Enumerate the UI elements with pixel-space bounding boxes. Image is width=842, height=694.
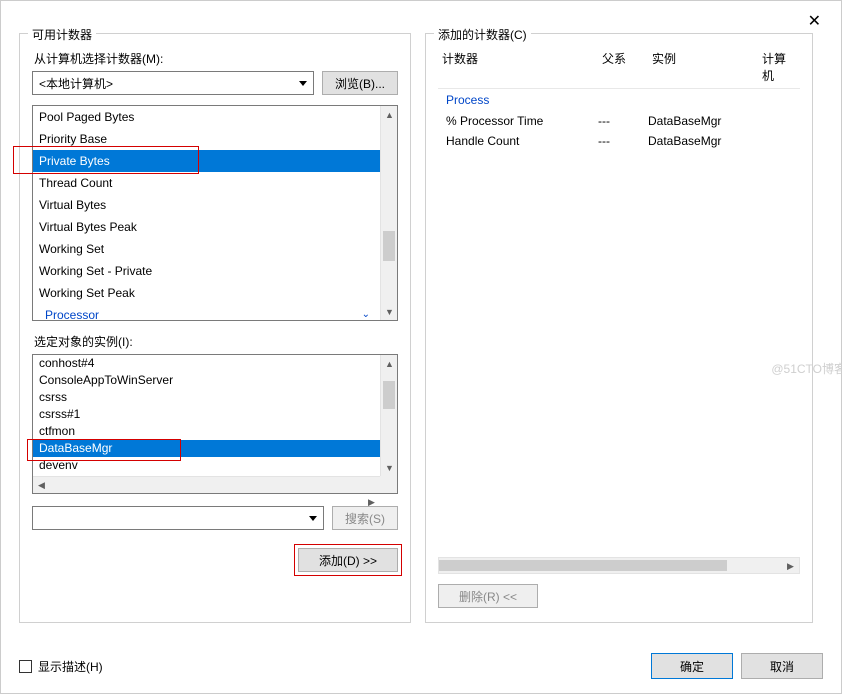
cell-counter: % Processor Time — [438, 114, 598, 128]
search-combo[interactable] — [32, 506, 324, 530]
cell-computer — [758, 114, 800, 128]
instance-row[interactable]: csrss — [33, 389, 380, 406]
instance-row[interactable]: conhost#4 — [33, 355, 380, 372]
scroll-up-icon[interactable]: ▲ — [381, 106, 398, 123]
instances-scrollbar-v[interactable]: ▲ ▼ — [380, 355, 397, 476]
instances-label: 选定对象的实例(I): — [34, 333, 398, 350]
added-table-header: 计数器 父系 实例 计算机 — [438, 46, 800, 89]
category-label: Processor — [45, 304, 99, 320]
watermark-text: @51CTO博客 — [771, 360, 842, 377]
instances-scrollbar-h[interactable]: ◀ ▶ — [33, 476, 380, 493]
counter-row[interactable]: Thread Count — [33, 172, 380, 194]
cell-counter: Handle Count — [438, 134, 598, 148]
counters-scrollbar-v[interactable]: ▲ ▼ — [380, 106, 397, 320]
scroll-down-icon[interactable]: ▼ — [381, 303, 398, 320]
cell-parent: --- — [598, 134, 648, 148]
dialog-window: ✕ 可用计数器 从计算机选择计数器(M): <本地计算机> 浏览(B)... P… — [0, 0, 842, 694]
counter-row[interactable]: Working Set Peak — [33, 282, 380, 304]
scroll-right-icon[interactable]: ▶ — [363, 494, 380, 511]
available-counters-title: 可用计数器 — [28, 26, 96, 43]
computer-combo-value: <本地计算机> — [39, 75, 113, 92]
added-category-row[interactable]: Process — [438, 89, 800, 111]
scroll-corner — [380, 476, 397, 493]
counter-category-row[interactable]: Processor ⌄ — [33, 304, 380, 320]
instance-row[interactable]: devenv — [33, 457, 380, 474]
scroll-down-icon[interactable]: ▼ — [381, 459, 398, 476]
close-button[interactable]: ✕ — [800, 7, 829, 35]
added-scrollbar-h[interactable]: ◀ ▶ — [438, 557, 800, 574]
scroll-right-icon[interactable]: ▶ — [782, 558, 799, 575]
instance-row[interactable]: ctfmon — [33, 423, 380, 440]
computer-combo[interactable]: <本地计算机> — [32, 71, 314, 95]
ok-button[interactable]: 确定 — [651, 653, 733, 679]
counter-row[interactable]: Working Set - Private — [33, 260, 380, 282]
cancel-button[interactable]: 取消 — [741, 653, 823, 679]
table-row[interactable]: % Processor Time---DataBaseMgr — [438, 111, 800, 131]
col-computer[interactable]: 计算机 — [758, 46, 800, 88]
scroll-left-icon[interactable]: ◀ — [33, 477, 50, 494]
cell-instance: DataBaseMgr — [648, 134, 758, 148]
show-description-checkbox[interactable] — [19, 660, 32, 673]
add-button[interactable]: 添加(D) >> — [298, 548, 398, 572]
cell-computer — [758, 134, 800, 148]
counter-row[interactable]: Private Bytes — [33, 150, 380, 172]
cell-instance: DataBaseMgr — [648, 114, 758, 128]
instances-listbox[interactable]: conhost#4ConsoleAppToWinServercsrsscsrss… — [32, 354, 398, 494]
select-computer-label: 从计算机选择计数器(M): — [34, 50, 398, 67]
col-parent[interactable]: 父系 — [598, 46, 648, 88]
scroll-up-icon[interactable]: ▲ — [381, 355, 398, 372]
cell-parent: --- — [598, 114, 648, 128]
instance-row[interactable]: DataBaseMgr — [33, 440, 380, 457]
chevron-down-icon: ⌄ — [362, 304, 370, 320]
show-description-label: 显示描述(H) — [38, 658, 103, 675]
counter-row[interactable]: Pool Paged Bytes — [33, 106, 380, 128]
added-counters-group: 添加的计数器(C) 计数器 父系 实例 计算机 Process % Proces… — [425, 33, 813, 623]
dialog-footer: 显示描述(H) 确定 取消 — [19, 653, 823, 679]
counter-row[interactable]: Working Set — [33, 238, 380, 260]
browse-button[interactable]: 浏览(B)... — [322, 71, 398, 95]
col-instance[interactable]: 实例 — [648, 46, 758, 88]
remove-button[interactable]: 删除(R) << — [438, 584, 538, 608]
added-rows-container: % Processor Time---DataBaseMgrHandle Cou… — [438, 111, 800, 151]
available-counters-group: 可用计数器 从计算机选择计数器(M): <本地计算机> 浏览(B)... Poo… — [19, 33, 411, 623]
table-row[interactable]: Handle Count---DataBaseMgr — [438, 131, 800, 151]
counter-row[interactable]: Priority Base — [33, 128, 380, 150]
counters-listbox[interactable]: Pool Paged BytesPriority BasePrivate Byt… — [32, 105, 398, 321]
counter-row[interactable]: Virtual Bytes Peak — [33, 216, 380, 238]
added-counters-title: 添加的计数器(C) — [434, 26, 531, 43]
col-counter[interactable]: 计数器 — [438, 46, 598, 88]
counter-row[interactable]: Virtual Bytes — [33, 194, 380, 216]
instance-row[interactable]: ConsoleAppToWinServer — [33, 372, 380, 389]
instance-row[interactable]: csrss#1 — [33, 406, 380, 423]
